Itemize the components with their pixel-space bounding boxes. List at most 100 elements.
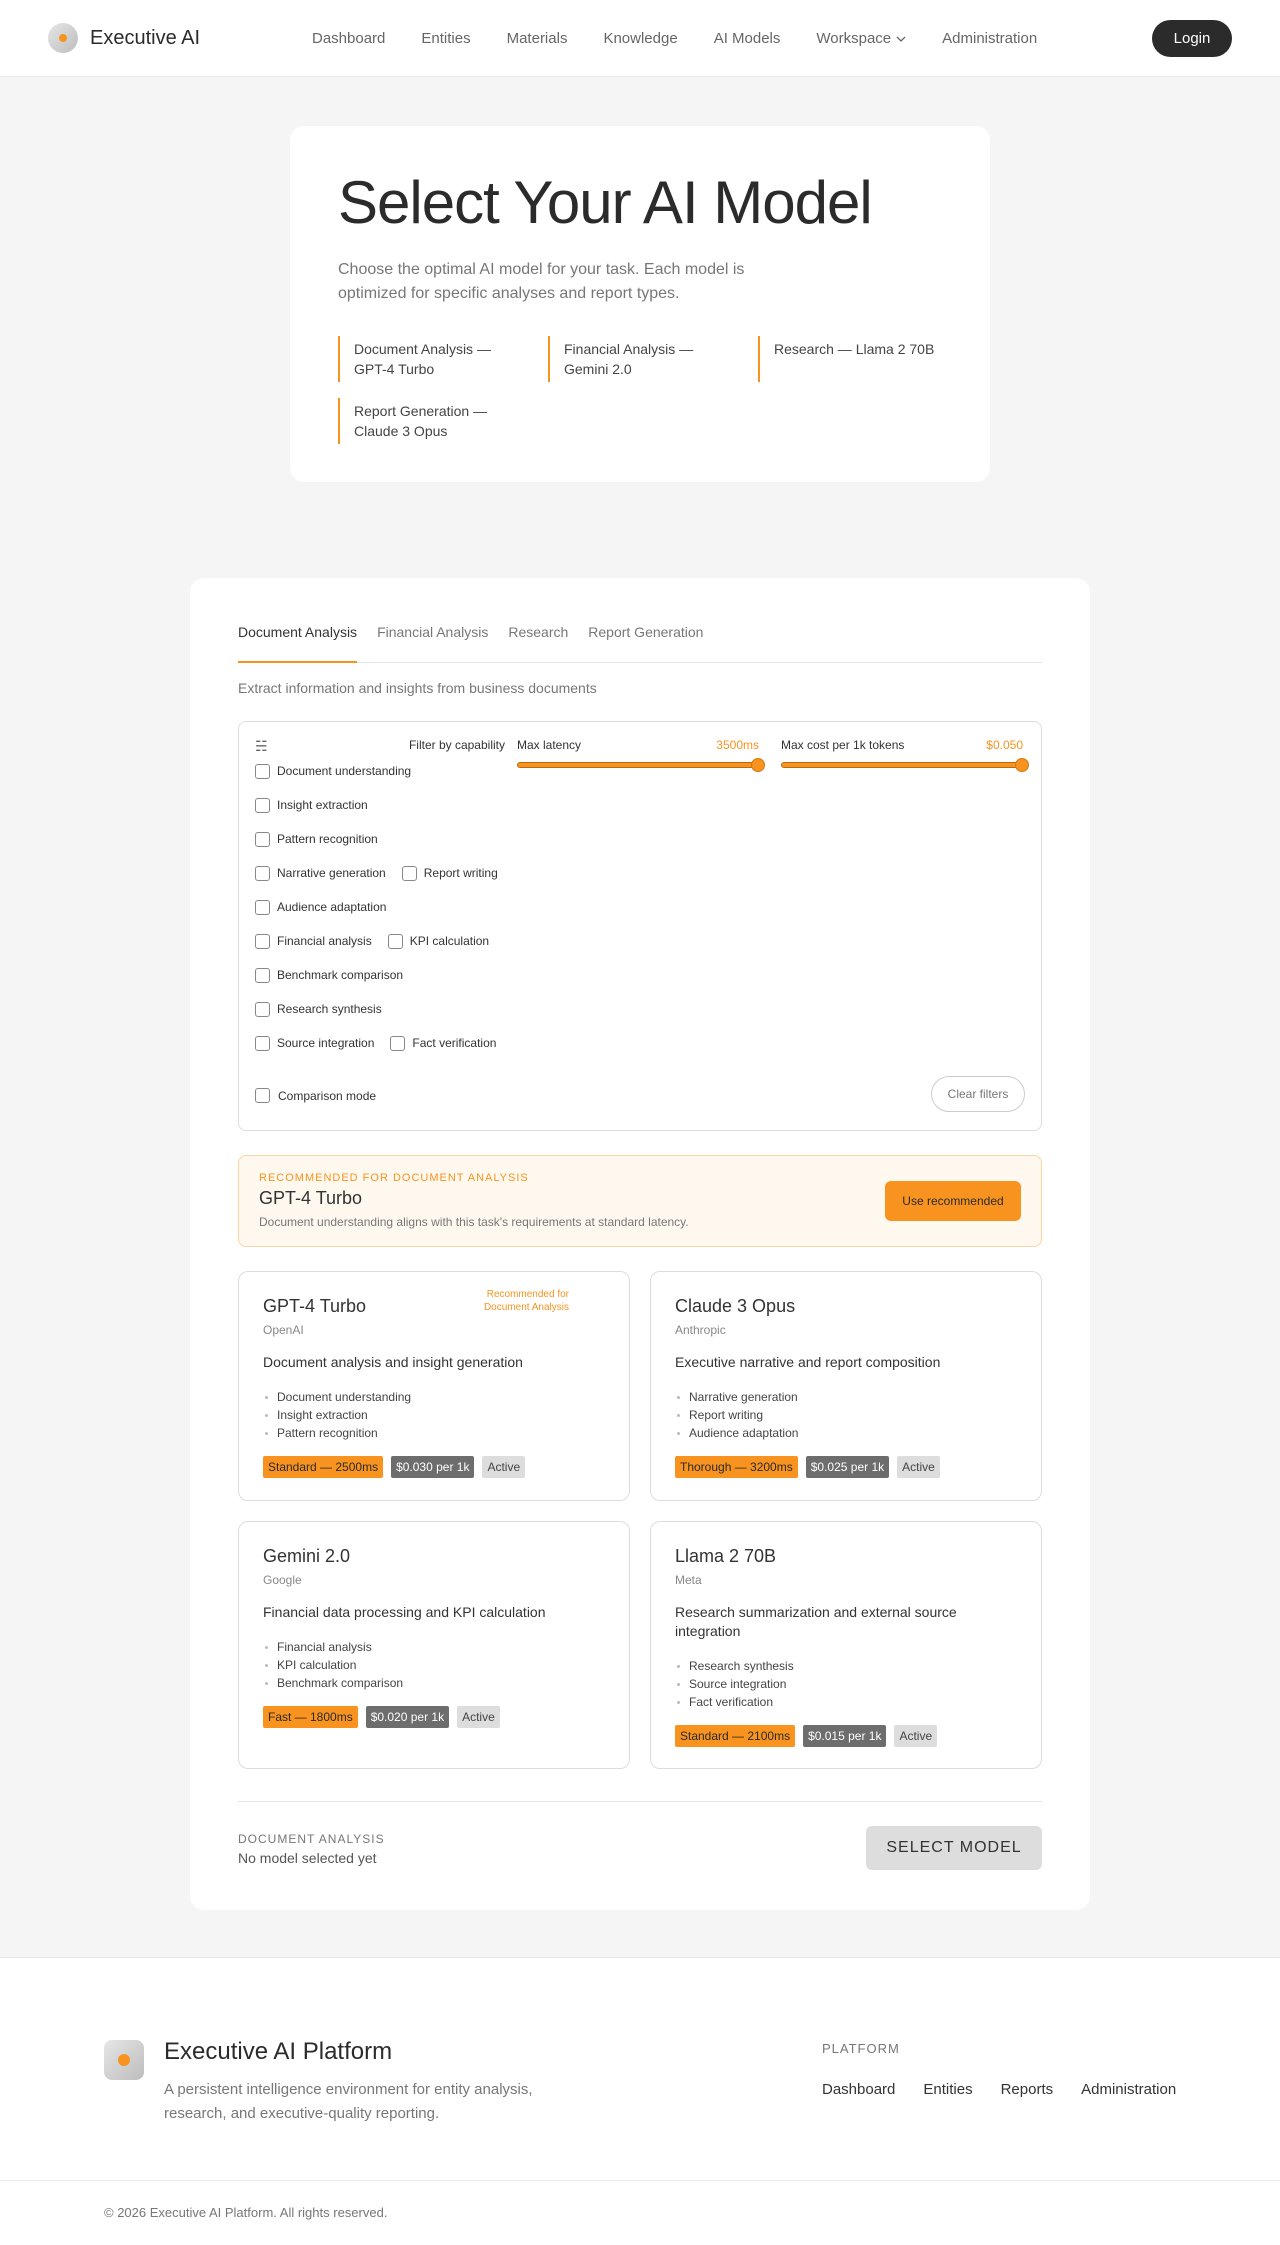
capability-label: Report writing (423, 866, 498, 880)
checkbox[interactable] (255, 1088, 270, 1103)
footer-description: A persistent intelligence environment fo… (164, 2081, 533, 2122)
model-name: Llama 2 70B (675, 1546, 777, 1566)
footer-link-reports[interactable]: Reports (1001, 2081, 1054, 2098)
footer-link-entities[interactable]: Entities (923, 2081, 972, 2098)
capability-checkbox[interactable]: Narrative generation (255, 866, 386, 900)
task-model-tag: Document Analysis — GPT-4 Turbo (338, 336, 518, 382)
cost-value: $0.050 (986, 738, 1023, 752)
capability-checkbox[interactable]: Research synthesis (255, 1002, 382, 1036)
login-button[interactable]: Login (1152, 20, 1232, 57)
status-badge: Active (897, 1456, 940, 1478)
nav-link-workspace[interactable]: Workspace (816, 30, 906, 47)
capability-label: Fact verification (412, 1036, 497, 1050)
page-title: Select Your AI Model (338, 169, 873, 236)
status-badge: Active (457, 1706, 500, 1728)
comparison-mode-label: Comparison mode (278, 1088, 377, 1103)
capability-item: Narrative generation (675, 1388, 1017, 1406)
chevron-down-icon (896, 36, 906, 42)
selection-bar: DOCUMENT ANALYSIS No model selected yet … (238, 1801, 1042, 1891)
nav-link-dashboard[interactable]: Dashboard (312, 30, 385, 47)
capability-label: Narrative generation (277, 866, 386, 880)
model-card-gpt-4-turbo[interactable]: GPT-4 Turbo Recommended for Document Ana… (238, 1271, 630, 1501)
capability-checkbox[interactable]: Report writing (401, 866, 498, 900)
footer-divider (0, 2180, 1280, 2181)
nav-link-knowledge[interactable]: Knowledge (603, 30, 677, 47)
checkbox[interactable] (255, 832, 270, 847)
capability-label: Financial analysis (277, 934, 372, 948)
task-model-map: Document Analysis — GPT-4 Turbo Financia… (338, 336, 942, 444)
checkbox[interactable] (255, 764, 270, 779)
footer-link-administration[interactable]: Administration (1081, 2081, 1176, 2098)
checkbox[interactable] (255, 866, 270, 881)
tab-report-generation[interactable]: Report Generation (588, 624, 703, 663)
capability-item: Fact verification (675, 1693, 1017, 1711)
select-model-button[interactable]: SELECT MODEL (866, 1826, 1042, 1870)
recommended-note: Recommended for Document Analysis (483, 1289, 569, 1313)
use-recommended-button[interactable]: Use recommended (885, 1181, 1021, 1221)
footer-link-dashboard[interactable]: Dashboard (822, 2081, 895, 2098)
nav-link-administration[interactable]: Administration (942, 30, 1037, 47)
selection-task-label: DOCUMENT ANALYSIS (238, 1832, 385, 1846)
selection-status: No model selected yet (238, 1850, 377, 1866)
tab-research[interactable]: Research (508, 624, 568, 663)
capability-label: Document understanding (277, 764, 412, 778)
clear-filters-button[interactable]: Clear filters (931, 1076, 1025, 1112)
checkbox[interactable] (255, 798, 270, 813)
filter-title: Filter by capability (408, 738, 505, 752)
capability-label: Audience adaptation (277, 900, 387, 914)
capability-checkbox[interactable]: Document understanding (255, 764, 411, 798)
checkbox[interactable] (255, 1036, 270, 1051)
capability-checkbox[interactable]: Insight extraction (255, 798, 368, 832)
capability-checkbox[interactable]: Fact verification (390, 1036, 496, 1070)
model-card-gemini-2[interactable]: Gemini 2.0 Google Financial data process… (238, 1521, 630, 1769)
cost-filter: Max cost per 1k tokens $0.050 (781, 738, 1029, 772)
checkbox[interactable] (255, 900, 270, 915)
model-description: Financial data processing and KPI calcul… (263, 1604, 546, 1620)
checkbox[interactable] (390, 1036, 406, 1051)
capability-item: Document understanding (263, 1388, 605, 1406)
tab-document-analysis[interactable]: Document Analysis (238, 624, 358, 663)
capability-checkbox[interactable]: KPI calculation (387, 934, 490, 968)
model-card-claude-3-opus[interactable]: Claude 3 Opus Anthropic Executive narrat… (650, 1271, 1042, 1501)
cost-slider[interactable] (781, 758, 1029, 772)
model-card-llama-2-70b[interactable]: Llama 2 70B Meta Research summarization … (650, 1521, 1042, 1769)
capability-item: Financial analysis (263, 1638, 605, 1656)
tab-financial-analysis[interactable]: Financial Analysis (377, 624, 488, 663)
checkbox[interactable] (255, 934, 270, 949)
latency-filter: Max latency 3500ms (517, 738, 765, 772)
page-subtitle: Choose the optimal AI model for your tas… (338, 261, 745, 302)
capability-item: Research synthesis (675, 1657, 1017, 1675)
footer: Executive AI Platform A persistent intel… (0, 1957, 1280, 2245)
model-cards: GPT-4 Turbo Recommended for Document Ana… (238, 1271, 1042, 1769)
cost-badge: $0.025 per 1k (805, 1456, 890, 1478)
capability-checkbox[interactable]: Financial analysis (255, 934, 372, 968)
model-selection-panel: Document Analysis Financial Analysis Res… (190, 578, 1090, 1910)
capability-label: Benchmark comparison (277, 968, 404, 982)
capability-label: Source integration (277, 1036, 375, 1050)
footer-links: Dashboard Entities Reports Administratio… (822, 2081, 1176, 2098)
speed-badge: Standard — 2500ms (263, 1456, 384, 1478)
capability-checkbox[interactable]: Pattern recognition (255, 832, 378, 866)
capability-label: KPI calculation (409, 934, 490, 948)
checkbox[interactable] (255, 968, 270, 983)
capability-checkbox[interactable]: Source integration (255, 1036, 374, 1070)
nav-link-ai-models[interactable]: AI Models (714, 30, 781, 47)
checkbox[interactable] (387, 934, 403, 949)
latency-slider-handle[interactable] (751, 758, 765, 772)
nav-link-entities[interactable]: Entities (421, 30, 470, 47)
checkbox[interactable] (255, 1002, 270, 1017)
copyright: © 2026 Executive AI Platform. All rights… (104, 2205, 388, 2220)
nav-link-materials[interactable]: Materials (507, 30, 568, 47)
capability-checkbox[interactable]: Benchmark comparison (255, 968, 403, 1002)
checkbox[interactable] (401, 866, 417, 881)
cost-badge: $0.020 per 1k (365, 1706, 450, 1728)
capability-item: Benchmark comparison (263, 1674, 605, 1692)
capability-checkbox[interactable]: Audience adaptation (255, 900, 386, 934)
capability-item: Audience adaptation (675, 1424, 1017, 1442)
cost-slider-handle[interactable] (1015, 758, 1029, 772)
latency-slider[interactable] (517, 758, 765, 772)
brand-name: Executive AI (90, 26, 201, 49)
capability-item: KPI calculation (263, 1656, 605, 1674)
comparison-mode-toggle[interactable]: Comparison mode (255, 1088, 376, 1103)
brand-logo[interactable]: Executive AI (48, 23, 200, 53)
